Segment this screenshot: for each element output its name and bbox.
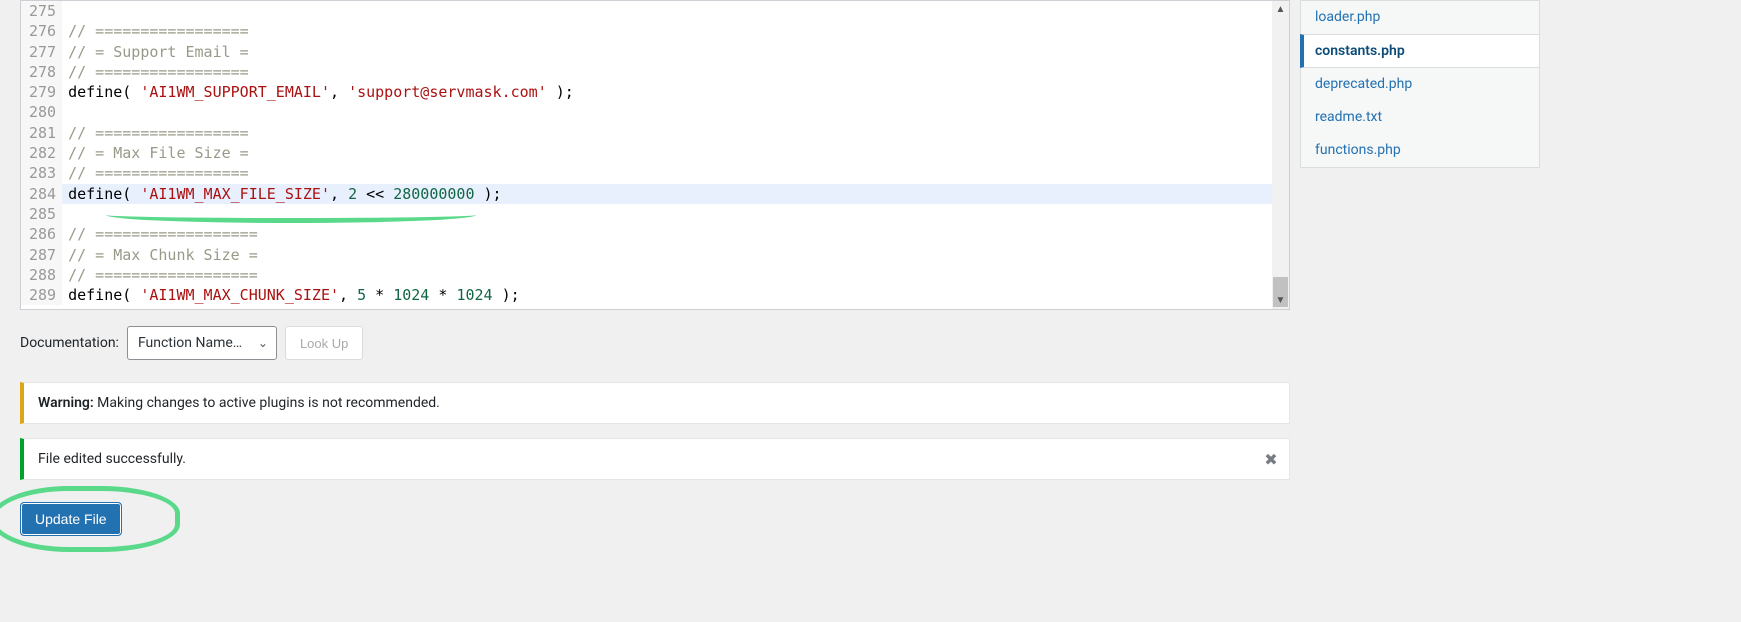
line-number: 279 xyxy=(29,82,56,102)
line-number: 284 xyxy=(29,184,56,204)
code-body[interactable]: // =================// = Support Email =… xyxy=(62,1,1289,305)
warning-text: Making changes to active plugins is not … xyxy=(94,395,440,411)
file-item-readme-txt[interactable]: readme.txt xyxy=(1301,101,1539,134)
line-number: 278 xyxy=(29,62,56,82)
scroll-up-icon[interactable]: ▲ xyxy=(1272,1,1289,18)
code-line[interactable] xyxy=(68,204,1289,224)
line-number: 277 xyxy=(29,42,56,62)
line-number: 288 xyxy=(29,265,56,285)
line-number: 287 xyxy=(29,245,56,265)
code-line[interactable]: // ================= xyxy=(68,163,1289,183)
select-value: Function Name… xyxy=(138,335,242,351)
warning-strong: Warning: xyxy=(38,395,94,411)
code-editor[interactable]: 2752762772782792802812822832842852862872… xyxy=(20,0,1290,310)
code-line[interactable] xyxy=(68,1,1289,21)
scroll-down-icon[interactable]: ▼ xyxy=(1272,292,1289,309)
code-line[interactable]: // ================== xyxy=(68,224,1289,244)
line-number: 280 xyxy=(29,102,56,122)
code-line[interactable]: define( 'AI1WM_MAX_CHUNK_SIZE', 5 * 1024… xyxy=(68,285,1289,305)
line-gutter: 2752762772782792802812822832842852862872… xyxy=(21,1,62,305)
file-item-loader-php[interactable]: loader.php xyxy=(1301,1,1539,34)
code-line[interactable]: // ================== xyxy=(68,265,1289,285)
dismiss-button[interactable]: ✖ xyxy=(1261,449,1281,469)
close-icon: ✖ xyxy=(1264,450,1277,469)
line-number: 276 xyxy=(29,21,56,41)
update-file-button[interactable]: Update File xyxy=(20,502,122,536)
line-number: 286 xyxy=(29,224,56,244)
success-text: File edited successfully. xyxy=(38,451,186,467)
success-notice: File edited successfully. ✖ xyxy=(20,438,1290,480)
chevron-down-icon: ⌄ xyxy=(258,336,268,350)
line-number: 281 xyxy=(29,123,56,143)
warning-notice: Warning: Making changes to active plugin… xyxy=(20,382,1290,424)
code-line[interactable]: // ================= xyxy=(68,21,1289,41)
code-line[interactable]: // = Support Email = xyxy=(68,42,1289,62)
editor-scrollbar[interactable]: ▲ ▼ xyxy=(1272,1,1289,309)
code-line[interactable]: define( 'AI1WM_MAX_FILE_SIZE', 2 << 2800… xyxy=(62,184,1290,204)
lookup-button[interactable]: Look Up xyxy=(285,326,363,360)
code-line[interactable]: // = Max File Size = xyxy=(68,143,1289,163)
line-number: 282 xyxy=(29,143,56,163)
code-line[interactable]: // = Max Chunk Size = xyxy=(68,245,1289,265)
file-item-constants-php[interactable]: constants.php xyxy=(1300,34,1540,68)
code-line[interactable] xyxy=(68,102,1289,122)
line-number: 283 xyxy=(29,163,56,183)
file-item-deprecated-php[interactable]: deprecated.php xyxy=(1301,68,1539,101)
line-number: 289 xyxy=(29,285,56,305)
file-item-functions-php[interactable]: functions.php xyxy=(1301,134,1539,167)
code-line[interactable]: // ================= xyxy=(68,62,1289,82)
code-line[interactable]: define( 'AI1WM_SUPPORT_EMAIL', 'support@… xyxy=(68,82,1289,102)
line-number: 285 xyxy=(29,204,56,224)
line-number: 275 xyxy=(29,1,56,21)
code-line[interactable]: // ================= xyxy=(68,123,1289,143)
file-list: loader.phpconstants.phpdeprecated.phprea… xyxy=(1300,0,1540,168)
function-name-select[interactable]: Function Name… ⌄ xyxy=(127,326,277,360)
documentation-label: Documentation: xyxy=(20,335,119,351)
